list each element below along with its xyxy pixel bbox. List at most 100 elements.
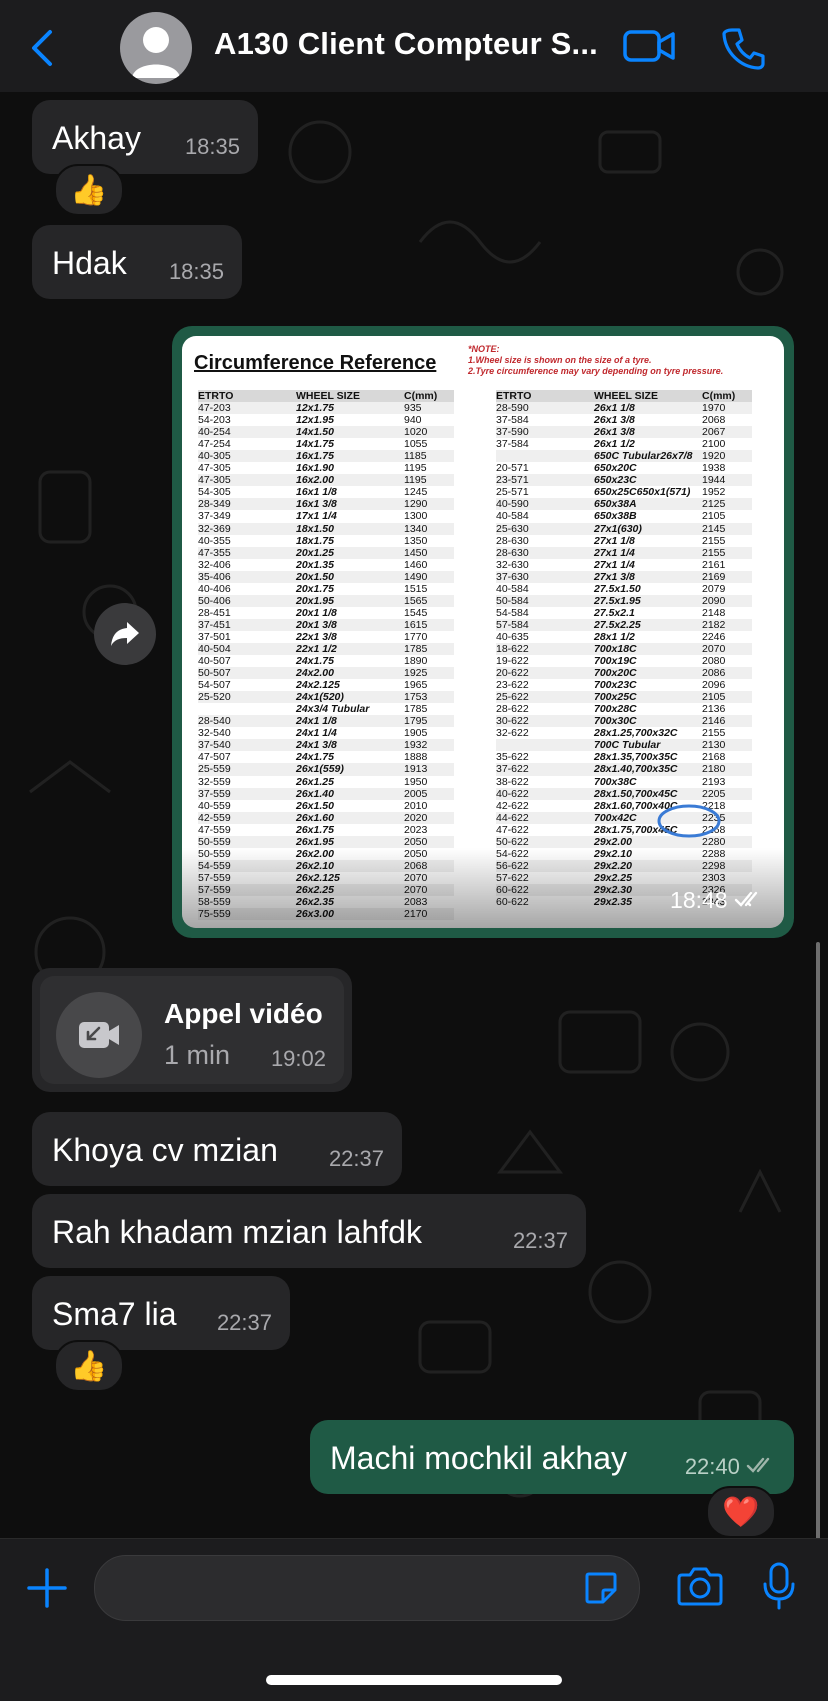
table-cell: 20x1.75: [296, 582, 334, 595]
table-cell: 1938: [702, 462, 726, 475]
table-cell: 40-406: [198, 582, 231, 595]
sticker-icon[interactable]: [583, 1570, 619, 1606]
table-cell: 1020: [404, 426, 428, 439]
table-cell: 20x1.50: [296, 570, 334, 583]
call-card[interactable]: Appel vidéo 1 min 19:02: [40, 976, 344, 1084]
table-cell: 1490: [404, 570, 428, 583]
table-cell: 2148: [702, 606, 726, 619]
table-row: 47-507 24x1.75 1888: [198, 751, 454, 763]
table-cell: 1515: [404, 582, 428, 595]
table-row: 40-584 27.5x1.50 2079: [496, 583, 752, 595]
table-cell: 2155: [702, 727, 726, 740]
table-row: 19-622 700x19C 2080: [496, 655, 752, 667]
table-cell: 18-622: [496, 642, 529, 655]
table-cell: 24x1 1/4: [296, 727, 337, 740]
message-time: 22:40: [685, 1454, 776, 1480]
table-cell: 28-540: [198, 715, 231, 728]
plus-icon[interactable]: [26, 1567, 68, 1609]
table-cell: 2079: [702, 582, 726, 595]
table-cell: 20x1.35: [296, 558, 334, 571]
table-cell: 650x25C650x1(571): [594, 486, 691, 499]
message-bubble[interactable]: Hdak 18:35: [32, 225, 242, 299]
video-call-bubble[interactable]: Appel vidéo 1 min 19:02: [32, 968, 352, 1092]
person-icon: [132, 27, 180, 78]
table-cell: 650x20C: [594, 462, 637, 475]
table-cell: 24x1(520): [296, 691, 344, 704]
reaction-thumbs-up[interactable]: 👍: [54, 164, 124, 216]
reaction-heart[interactable]: ❤️: [706, 1486, 776, 1538]
table-header-cell: ETRTO: [198, 390, 296, 403]
table-row: 37-349 17x1 1/4 1300: [198, 510, 454, 522]
image-message[interactable]: Circumference Reference *NOTE: 1.Wheel s…: [172, 326, 794, 938]
table-cell: 47-507: [198, 751, 231, 764]
message-bubble[interactable]: Sma7 lia 22:37: [32, 1276, 290, 1350]
camera-icon[interactable]: [676, 1565, 724, 1607]
table-cell: 1785: [404, 642, 428, 655]
table-cell: 37-559: [198, 787, 231, 800]
table-row: 28-451 20x1 1/8 1545: [198, 607, 454, 619]
table-cell: 2130: [702, 739, 726, 752]
table-cell: 28x1.40,700x35C: [594, 763, 678, 776]
table-row: 30-622 700x30C 2146: [496, 715, 752, 728]
table-cell: 26x1.40: [296, 787, 334, 800]
circumference-chart-image[interactable]: Circumference Reference *NOTE: 1.Wheel s…: [182, 336, 784, 928]
table-cell: 700x28C: [594, 703, 637, 716]
chat-area[interactable]: Akhay 18:35 👍 Hdak 18:35 Circumference R…: [0, 92, 828, 1538]
message-input[interactable]: [94, 1555, 640, 1621]
table-header-cell: C(mm): [702, 390, 752, 403]
table-row: 18-622 700x18C 2070: [496, 642, 752, 656]
table-cell: 50-507: [198, 667, 231, 680]
table-cell: 2068: [702, 414, 726, 427]
table-cell: 700x30C: [594, 715, 637, 728]
table-cell: 20x1.95: [296, 594, 334, 607]
table-cell: 650x23C: [594, 474, 637, 487]
call-time: 19:02: [270, 1046, 326, 1071]
table-cell: 19-622: [496, 655, 529, 668]
table-row: 32-559 26x1.25 1950: [198, 776, 454, 788]
table-row: 54-584 27.5x2.1 2148: [496, 607, 752, 619]
table-cell: 47-305: [198, 474, 231, 487]
table-cell: 700x20C: [594, 667, 637, 680]
table-cell: 26x1(559): [296, 763, 344, 776]
reaction-thumbs-up[interactable]: 👍: [54, 1340, 124, 1392]
video-camera-icon[interactable]: [622, 26, 676, 66]
table-cell: 57-584: [496, 618, 529, 631]
table-header-row: ETRTO WHEEL SIZE C(mm): [496, 390, 752, 403]
phone-icon[interactable]: [722, 26, 766, 70]
table-row: 50-559 26x1.95 2050: [198, 835, 454, 848]
table-cell: 1195: [404, 474, 427, 487]
table-row: 47-203 12x1.75 935: [198, 402, 454, 415]
chat-title[interactable]: A130 Client Compteur S...: [214, 26, 598, 62]
table-cell: 700x25C: [594, 691, 637, 704]
forward-button[interactable]: [94, 603, 156, 665]
table-cell: 2070: [702, 642, 726, 655]
table-cell: 26x1.60: [296, 811, 334, 824]
message-bubble[interactable]: Rah khadam mzian lahfdk 22:37: [32, 1194, 586, 1268]
table-cell: 40-355: [198, 534, 231, 547]
message-bubble[interactable]: Khoya cv mzian 22:37: [32, 1112, 402, 1186]
microphone-icon[interactable]: [762, 1561, 796, 1611]
table-cell: 2246: [702, 630, 726, 643]
table-cell: 2100: [702, 438, 726, 451]
note-line-1: 1.Wheel size is shown on the size of a t…: [468, 355, 652, 365]
table-cell: 14x1.75: [296, 438, 334, 451]
back-button[interactable]: [24, 26, 64, 70]
table-cell: 2146: [702, 715, 726, 728]
table-cell: 2050: [404, 835, 428, 848]
table-cell: 47-203: [198, 402, 231, 415]
message-bubble[interactable]: Akhay 18:35: [32, 100, 258, 174]
table-row: 28-630 27x1 1/8 2155: [496, 535, 752, 547]
table-cell: 2125: [702, 498, 726, 511]
scrollbar[interactable]: [816, 942, 820, 1538]
table-row: 37-584 26x1 3/8 2068: [496, 414, 752, 426]
table-cell: 2067: [702, 426, 726, 439]
avatar[interactable]: [120, 12, 192, 84]
table-cell: 54-203: [198, 414, 231, 427]
message-bubble-outgoing[interactable]: Machi mochkil akhay 22:40: [310, 1420, 794, 1494]
home-indicator: [266, 1675, 562, 1685]
table-cell: 37-590: [496, 426, 529, 439]
table-cell: 35-406: [198, 570, 231, 583]
message-text: Rah khadam mzian lahfdk: [52, 1214, 422, 1250]
table-cell: 27x1(630): [594, 522, 642, 535]
table-cell: 1195: [404, 462, 427, 475]
